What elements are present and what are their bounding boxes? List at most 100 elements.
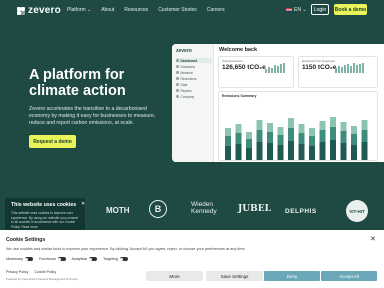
brand-vit-hit: VIT-HIT	[346, 200, 368, 222]
chart-bar-segment	[288, 128, 294, 141]
sidebar-item-data: Data	[176, 82, 212, 87]
chart-bar-segment	[351, 145, 357, 160]
reductions-icon	[176, 77, 179, 80]
privacy-policy-link[interactable]: Privacy Policy	[6, 270, 28, 274]
policy-links: Privacy Policy Cookie Policy	[6, 270, 56, 274]
chart-bar-segment	[225, 146, 231, 160]
toggle-analytical[interactable]: Analytical	[72, 257, 97, 261]
chart-bar-segment	[351, 134, 357, 145]
chart-bar-segment	[256, 120, 263, 130]
powered-by: Powered by Usercentrics Consent Manageme…	[6, 277, 78, 281]
dashboard-title: Welcome back	[219, 47, 258, 53]
close-icon[interactable]: ✕	[370, 235, 376, 243]
close-icon[interactable]: ✕	[81, 201, 85, 207]
hero-title: A platform for climate action	[29, 67, 126, 99]
chart-bar-segment	[235, 133, 242, 144]
chart-bar-segment	[330, 117, 336, 127]
chart-bar-segment	[288, 118, 294, 128]
request-demo-button[interactable]: Request a demo	[29, 135, 76, 148]
cookie-settings-title: Cookie Settings	[6, 237, 46, 243]
chart-bar-segment	[309, 128, 315, 136]
chart-bar-segment	[277, 127, 284, 135]
chart-bar-segment	[330, 127, 336, 140]
sidebar-item-reports: Reports	[176, 88, 212, 93]
sidebar-item-reductions: Reductions	[176, 76, 212, 81]
card-label: Emissions Per Employee	[302, 59, 336, 63]
language-label: EN ⌄	[294, 7, 307, 13]
emissions-per-employee-card: Emissions Per Employee 1150 tCO₂e	[298, 56, 378, 88]
brand-jubel: JUBEL	[238, 204, 271, 214]
chart-bar-segment	[298, 144, 305, 160]
chart-bar-segment	[340, 122, 347, 131]
book-demo-button[interactable]: Book a demo	[334, 4, 367, 15]
stacked-bar-chart	[225, 117, 368, 160]
toggle-functional[interactable]: Functional	[39, 257, 66, 261]
chart-bar-segment	[298, 133, 305, 144]
cookie-popup-title: This website uses cookies	[11, 202, 77, 208]
chart-bar-segment	[256, 130, 263, 142]
uk-flag-icon	[286, 8, 292, 12]
reports-icon	[176, 89, 179, 92]
chart-title: Emissions Summary	[222, 94, 257, 98]
brand-wieden-kennedy: Wieden Kennedy	[191, 201, 217, 215]
chart-bar-segment	[267, 143, 273, 160]
toggle-switch[interactable]	[88, 257, 97, 261]
sidebar-item-company: Company	[176, 94, 212, 99]
toggle-targeting[interactable]: Targeting	[103, 257, 128, 261]
mini-bars	[265, 63, 285, 73]
chart-bar-segment	[277, 135, 284, 145]
nav-careers[interactable]: Careers	[207, 7, 225, 13]
hero-subtitle: Zevero accelerates the transition to a d…	[29, 106, 156, 126]
cookie-settings-text: We use cookies and similar tools to impr…	[6, 247, 246, 251]
chart-bar-segment	[319, 121, 326, 130]
dashboard-icon	[176, 59, 179, 62]
brand-delphis: DELPHIS	[285, 208, 317, 215]
cookie-popup-body: This website uses cookies to improve use…	[11, 211, 79, 229]
nav-customer-stories[interactable]: Customer Stories	[158, 7, 197, 13]
zevero-logo[interactable]: zevero	[17, 5, 61, 16]
company-icon	[176, 95, 179, 98]
cookie-policy-link[interactable]: Cookie Policy	[34, 270, 56, 274]
brand-b-logo: B	[149, 200, 167, 218]
emissions-summary-chart: Emissions Summary	[218, 91, 378, 161]
top-nav: zevero Platform ⌄ About Resources Custom…	[0, 0, 384, 20]
chart-bar-segment	[319, 142, 326, 160]
mini-bars	[335, 63, 364, 73]
logo-text: zevero	[28, 5, 61, 16]
toggle-switch[interactable]	[24, 257, 33, 261]
nav-platform[interactable]: Platform ⌄	[67, 7, 91, 13]
chart-bar-segment	[361, 130, 368, 142]
accept-all-button[interactable]: Accept All	[321, 271, 377, 281]
brand-moth: MOTH	[106, 206, 130, 215]
sidebar-item-dashboard: Dashboard	[176, 58, 212, 63]
chart-bar-segment	[267, 132, 273, 143]
chart-bar-segment	[277, 145, 284, 160]
logo-icon	[17, 6, 25, 15]
more-button[interactable]: More	[146, 271, 203, 281]
chart-bar-segment	[246, 148, 252, 160]
chart-bar-segment	[330, 140, 336, 160]
toggle-switch[interactable]	[57, 257, 66, 261]
nav-resources[interactable]: Resources	[124, 7, 148, 13]
chart-bar-segment	[319, 130, 326, 142]
emissions-icon	[176, 65, 179, 68]
save-settings-button[interactable]: Save Settings	[206, 271, 263, 281]
card-label: Total Emissions	[222, 59, 243, 63]
chart-bar-segment	[225, 136, 231, 146]
card-value: 1150 tCO₂e	[302, 64, 337, 71]
cookie-toggles: Necessary Functional Analytical Targetin…	[6, 257, 128, 261]
toggle-necessary[interactable]: Necessary	[6, 257, 33, 261]
deny-button[interactable]: Deny	[264, 271, 320, 281]
nav-links: Platform ⌄ About Resources Customer Stor…	[67, 7, 225, 13]
chart-bar-segment	[309, 136, 315, 146]
login-button[interactable]: Login	[311, 4, 329, 15]
chart-bar-segment	[309, 146, 315, 160]
chart-bar-segment	[361, 142, 368, 160]
toggle-switch[interactable]	[119, 257, 128, 261]
chart-bar-segment	[256, 142, 263, 160]
chart-bar-segment	[246, 132, 252, 139]
language-selector[interactable]: EN ⌄	[286, 7, 307, 13]
nav-about[interactable]: About	[101, 7, 114, 13]
measure-icon	[176, 71, 179, 74]
chart-bar-segment	[267, 123, 273, 132]
